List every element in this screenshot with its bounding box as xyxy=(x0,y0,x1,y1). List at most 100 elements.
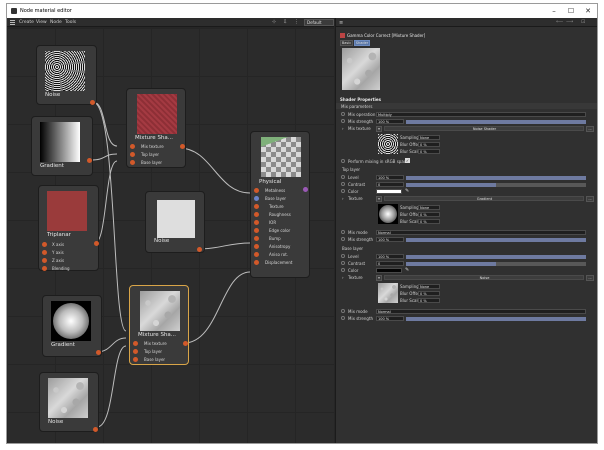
input-port[interactable] xyxy=(254,212,259,217)
output-port[interactable] xyxy=(96,350,101,355)
more-icon[interactable]: ⋮ xyxy=(294,19,299,25)
eyedropper-icon[interactable]: ✎ xyxy=(405,188,409,194)
eyedropper-icon[interactable]: ✎ xyxy=(405,267,409,273)
anim-dot[interactable] xyxy=(341,268,345,272)
noise-node-2[interactable]: Noise xyxy=(145,191,205,253)
arrange-icon[interactable]: ⊹ xyxy=(272,19,276,25)
top-mix-strength-field[interactable]: 100 % xyxy=(376,237,404,242)
hamburger-icon[interactable] xyxy=(10,20,15,25)
output-port[interactable] xyxy=(197,247,202,252)
texture-menu-button[interactable]: ▾ xyxy=(376,126,382,132)
input-port[interactable] xyxy=(254,188,259,193)
texture-menu-button[interactable]: ▾ xyxy=(376,196,382,202)
minimize-button[interactable]: – xyxy=(547,5,561,17)
base-level-slider[interactable] xyxy=(406,255,586,259)
tab-basic[interactable]: Basic xyxy=(340,40,353,46)
srgb-checkbox[interactable]: ✓ xyxy=(405,158,410,163)
anim-dot[interactable] xyxy=(341,189,345,193)
triplanar-node[interactable]: Triplanar X axis Y axis Z axis Blending xyxy=(38,185,99,271)
base-mix-strength-slider[interactable] xyxy=(406,317,586,321)
input-port[interactable] xyxy=(133,349,138,354)
input-port[interactable] xyxy=(254,244,259,249)
expand-arrow-icon[interactable]: › xyxy=(342,126,344,131)
top-mix-mode-dropdown[interactable]: Normal xyxy=(376,230,586,235)
input-port[interactable] xyxy=(133,341,138,346)
input-port[interactable] xyxy=(130,160,135,165)
noise-node-1[interactable]: Noise xyxy=(36,45,97,105)
mix-operation-dropdown[interactable]: Multiply xyxy=(376,112,586,117)
blur-offset-field[interactable]: 0 % xyxy=(418,212,440,217)
expand-arrow-icon[interactable]: › xyxy=(342,196,344,201)
top-level-slider[interactable] xyxy=(406,176,586,180)
mix-strength-field[interactable]: 100 % xyxy=(376,119,404,124)
input-port[interactable] xyxy=(130,152,135,157)
blur-scale-field[interactable]: 0 % xyxy=(418,219,440,224)
top-texture-field[interactable]: Gradient xyxy=(384,196,584,201)
blur-scale-field[interactable]: 0 % xyxy=(418,149,440,154)
anim-dot[interactable] xyxy=(341,254,345,258)
maximize-button[interactable]: ☐ xyxy=(564,5,578,17)
sampling-dropdown[interactable]: None xyxy=(418,135,440,140)
expand-arrow-icon[interactable]: › xyxy=(342,275,344,280)
input-port[interactable] xyxy=(42,250,47,255)
anim-dot[interactable] xyxy=(341,159,345,163)
base-mix-mode-dropdown[interactable]: Normal xyxy=(376,309,586,314)
download-icon[interactable]: ⇩ xyxy=(283,19,287,25)
input-port[interactable] xyxy=(254,236,259,241)
blur-offset-field[interactable]: 0 % xyxy=(418,291,440,296)
anim-dot[interactable] xyxy=(341,230,345,234)
sampling-dropdown[interactable]: None xyxy=(418,205,440,210)
output-port[interactable] xyxy=(93,427,98,432)
browse-button[interactable]: ... xyxy=(586,275,594,281)
browse-button[interactable]: ... xyxy=(586,126,594,132)
anim-dot[interactable] xyxy=(341,237,345,241)
input-port[interactable] xyxy=(42,258,47,263)
mixture-shader-node-1[interactable]: Mixture Sha... Mix texture Top layer Bas… xyxy=(126,88,186,168)
input-port[interactable] xyxy=(130,144,135,149)
top-level-field[interactable]: 100 % xyxy=(376,175,404,180)
anim-dot[interactable] xyxy=(341,112,345,116)
anim-dot[interactable] xyxy=(341,261,345,265)
base-contrast-slider[interactable] xyxy=(406,262,586,266)
input-port[interactable] xyxy=(254,196,259,201)
texture-menu-button[interactable]: ▾ xyxy=(376,275,382,281)
mix-strength-slider[interactable] xyxy=(406,120,586,124)
output-port[interactable] xyxy=(87,158,92,163)
close-button[interactable]: ✕ xyxy=(581,5,595,17)
anim-dot[interactable] xyxy=(341,309,345,313)
blur-scale-field[interactable]: 0 % xyxy=(418,298,440,303)
lock-icon[interactable]: ⊡ xyxy=(581,19,585,25)
anim-dot[interactable] xyxy=(341,175,345,179)
mixture-shader-node-2[interactable]: Mixture Sha... Mix texture Top layer Bas… xyxy=(129,285,189,365)
input-port[interactable] xyxy=(254,252,259,257)
anim-dot[interactable] xyxy=(341,119,345,123)
input-port[interactable] xyxy=(254,204,259,209)
base-level-field[interactable]: 100 % xyxy=(376,254,404,259)
top-mix-strength-slider[interactable] xyxy=(406,238,586,242)
gradient-node-1[interactable]: Gradient xyxy=(31,116,93,176)
input-port[interactable] xyxy=(42,266,47,271)
browse-button[interactable]: ... xyxy=(586,196,594,202)
base-mix-strength-field[interactable]: 100 % xyxy=(376,316,404,321)
menu-create[interactable]: Create xyxy=(19,20,34,25)
back-arrow-icon[interactable]: ⟵ xyxy=(556,19,563,25)
output-port[interactable] xyxy=(183,341,188,346)
input-port[interactable] xyxy=(254,220,259,225)
noise-node-3[interactable]: Noise xyxy=(39,372,99,432)
output-port[interactable] xyxy=(303,187,308,192)
blur-offset-field[interactable]: 0 % xyxy=(418,142,440,147)
output-port[interactable] xyxy=(180,144,185,149)
anim-dot[interactable] xyxy=(341,316,345,320)
top-color-swatch[interactable] xyxy=(376,189,402,194)
top-contrast-field[interactable]: 0 xyxy=(376,182,404,187)
anim-dot[interactable] xyxy=(341,182,345,186)
top-contrast-slider[interactable] xyxy=(406,183,586,187)
input-port[interactable] xyxy=(254,260,259,265)
input-port[interactable] xyxy=(42,242,47,247)
node-canvas[interactable]: Noise Gradient Triplanar X axis Y axis Z… xyxy=(7,28,334,443)
preset-dropdown[interactable]: Default xyxy=(304,19,334,26)
mix-texture-field[interactable]: Noise Shader xyxy=(384,126,584,131)
physical-node[interactable]: Physical Metalness Base layer Texture Ro… xyxy=(250,131,310,278)
forward-arrow-icon[interactable]: ⟶ xyxy=(566,19,573,25)
output-port[interactable] xyxy=(94,241,99,246)
